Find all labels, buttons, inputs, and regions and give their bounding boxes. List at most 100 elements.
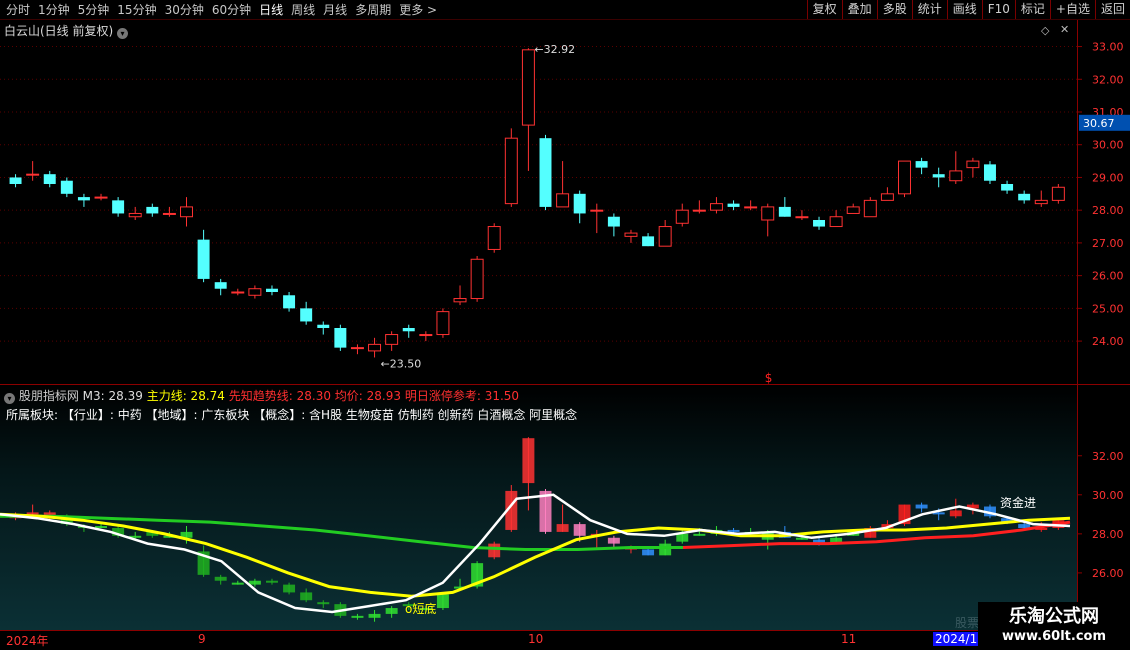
candle-body-27 [470, 258, 484, 300]
current-price-label: 30.67 [1083, 117, 1115, 130]
toolbar-button-7[interactable]: +自选 [1049, 0, 1095, 19]
ind-candle-body-20 [351, 615, 364, 618]
ind-candle-body-14 [248, 580, 261, 585]
candle-body-4 [77, 197, 90, 201]
ind-candle-body-38 [659, 543, 672, 556]
indicator-name[interactable]: 股朋指标网 [19, 389, 79, 403]
toolbar-button-4[interactable]: 画线 [946, 0, 982, 19]
period-tab-1[interactable]: 1分钟 [34, 0, 74, 20]
settings-diamond-icon[interactable]: ◇ [1041, 24, 1049, 37]
price-axis-label-9: 24.00 [1092, 335, 1124, 348]
candle-body-38 [658, 226, 672, 247]
period-tab-6[interactable]: 日线 [255, 0, 287, 20]
candle-body-36 [624, 232, 638, 237]
candle-body-2 [43, 174, 56, 184]
watermark-title: 乐淘公式网 [1009, 606, 1099, 627]
ind-candle-body-42 [727, 529, 740, 532]
period-tab-9[interactable]: 多周期 [351, 0, 395, 20]
candle-body-19 [334, 328, 347, 348]
ind-candle-body-55 [949, 510, 962, 517]
close-icon[interactable]: ✕ [1060, 23, 1069, 36]
candle-body-5 [94, 196, 108, 199]
ind-candle-body-30 [522, 438, 535, 484]
candle-body-47 [813, 220, 826, 227]
high-price-label: ←32.92 [534, 43, 575, 56]
indicator-info-bar: ▾ 股朋指标网 M3: 28.39 主力线: 28.74 先知趋势线: 28.3… [4, 387, 519, 404]
candle-body-11 [197, 239, 210, 279]
ind-axis-label-0: 32.00 [1092, 450, 1124, 463]
candle-body-45 [778, 206, 791, 217]
candle-body-48 [829, 216, 843, 228]
time-label-sep: 9 [198, 632, 206, 646]
candle-body-21 [368, 343, 382, 352]
candle-body-37 [642, 236, 655, 247]
candle-body-39 [675, 209, 689, 224]
candle-body-51 [880, 193, 894, 201]
sector-info: 所属板块: 【行业】: 中药 【地域】: 广东板块 【概念】: 含H股 生物疫苗… [6, 408, 578, 422]
candle-body-58 [1001, 184, 1014, 191]
candle-body-29 [504, 137, 518, 205]
price-axis-label-6: 27.00 [1092, 237, 1124, 250]
trend-line-value: 先知趋势线: 28.30 [228, 389, 331, 403]
candle-body-22 [385, 334, 399, 345]
candle-body-46 [795, 216, 809, 219]
tool-buttons: 复权 叠加 多股 统计 画线 F10 标记 +自选 返回 [806, 0, 1130, 20]
toolbar-button-1[interactable]: 叠加 [841, 0, 877, 19]
candle-body-12 [214, 282, 227, 289]
candle-body-42 [727, 203, 740, 207]
period-tab-2[interactable]: 5分钟 [74, 0, 114, 20]
candle-body-10 [180, 206, 193, 218]
toolbar-button-8[interactable]: 返回 [1094, 0, 1130, 19]
ind-candle-body-17 [300, 592, 313, 601]
toolbar-button-3[interactable]: 统计 [911, 0, 947, 19]
candle-body-25 [436, 311, 450, 336]
ind-candle-body-15 [265, 580, 278, 583]
toolbar-button-6[interactable]: 标记 [1014, 0, 1050, 19]
candle-body-56 [966, 160, 980, 169]
toolbar: 分时 1分钟 5分钟 15分钟 30分钟 60分钟 日线 周线 月线 多周期 更多 > 复权 叠加 多股… [0, 0, 1130, 20]
candle-body-13 [231, 291, 245, 294]
candle-body-32 [556, 193, 570, 208]
ind-axis-label-3: 26.00 [1092, 567, 1124, 580]
price-axis-label-8: 25.00 [1092, 302, 1124, 315]
ind-candle-body-18 [317, 602, 330, 605]
chevron-down-icon[interactable]: ▾ [117, 28, 129, 39]
ind-candle-body-32 [556, 524, 569, 532]
toolbar-button-2[interactable]: 多股 [876, 0, 912, 19]
candle-body-33 [573, 193, 586, 214]
signal-bottom: o短底 [405, 602, 437, 616]
candle-body-43 [744, 206, 758, 209]
price-axis-label-0: 33.00 [1092, 41, 1124, 54]
period-tab-0[interactable]: 分时 [2, 0, 34, 20]
candle-body-28 [487, 226, 501, 250]
period-tab-10[interactable]: 更多 > [395, 0, 441, 20]
price-axis-label-4: 29.00 [1092, 171, 1124, 184]
toolbar-button-0[interactable]: 复权 [806, 0, 842, 19]
candle-body-59 [1018, 193, 1031, 201]
period-tab-4[interactable]: 30分钟 [161, 0, 208, 20]
faded-label: 股票 [955, 616, 980, 630]
candle-body-55 [949, 170, 963, 182]
stock-title[interactable]: 白云山(日线 前复权) [4, 24, 113, 38]
candle-body-20 [350, 347, 364, 350]
candle-body-35 [607, 216, 620, 227]
candle-body-9 [162, 212, 176, 215]
ind-axis-label-2: 28.00 [1092, 528, 1124, 541]
avg-price-value: 均价: 28.93 [334, 389, 402, 403]
period-tabs: 分时 1分钟 5分钟 15分钟 30分钟 60分钟 日线 周线 月线 多周期 更多 > [2, 0, 441, 20]
main-line-value: 主力线: 28.74 [146, 389, 225, 403]
ind-candle-body-25 [436, 594, 449, 609]
candle-body-3 [60, 180, 73, 194]
indicator-axis: 32.0030.0028.0026.0024.00 [1077, 385, 1124, 630]
period-tab-5[interactable]: 60分钟 [208, 0, 255, 20]
period-tab-7[interactable]: 周线 [287, 0, 319, 20]
candle-body-49 [846, 206, 860, 214]
chevron-down-icon[interactable]: ▾ [4, 393, 15, 404]
ind-candle-body-35 [607, 537, 620, 544]
toolbar-button-5[interactable]: F10 [981, 0, 1015, 19]
price-axis-label-7: 26.00 [1092, 270, 1124, 283]
ind-candle-body-40 [693, 533, 706, 536]
period-tab-3[interactable]: 15分钟 [113, 0, 160, 20]
main-candlestick-chart[interactable]: ←32.92 ←23.50 $ [0, 20, 1077, 384]
period-tab-8[interactable]: 月线 [319, 0, 351, 20]
